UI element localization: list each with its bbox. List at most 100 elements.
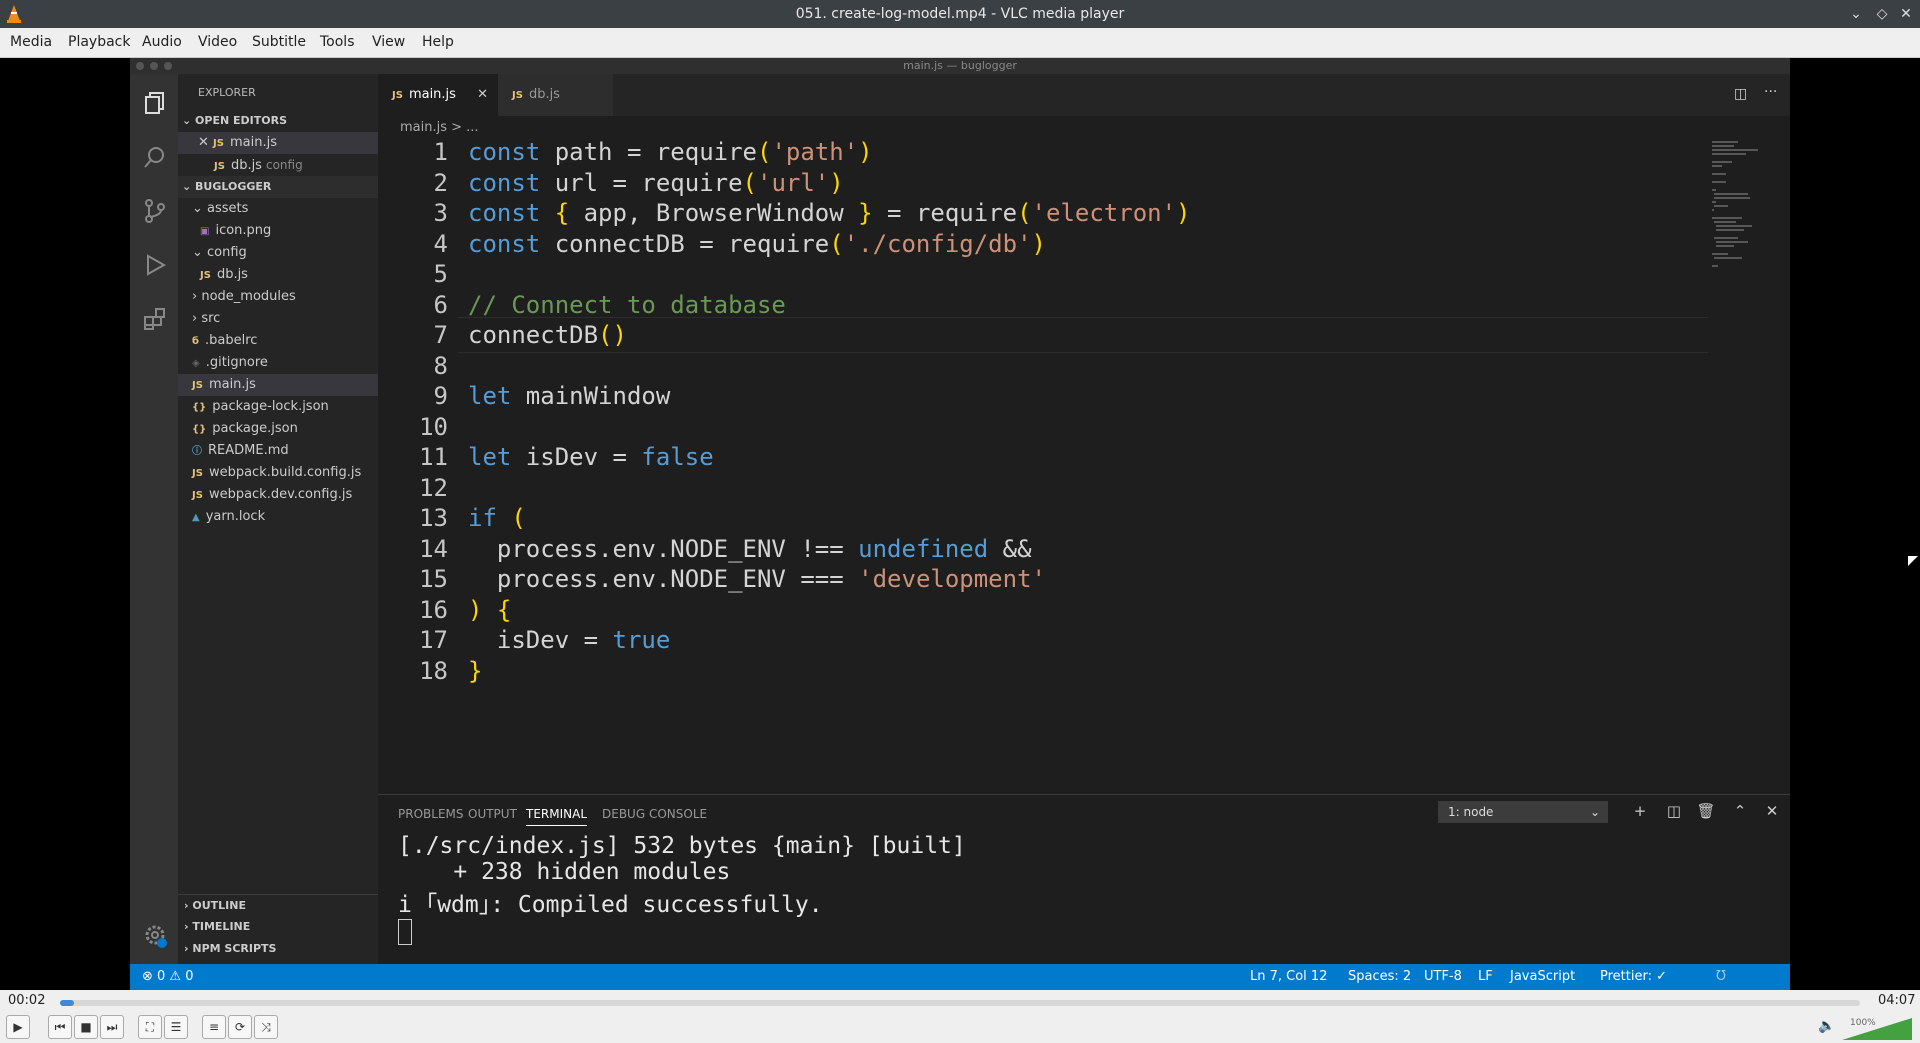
tree-file[interactable]: JS db.js [178, 264, 378, 286]
minimize-icon[interactable]: ⌄ [1846, 4, 1866, 24]
menu-playback[interactable]: Playback [68, 34, 130, 50]
tab-db-js[interactable]: JS db.js [498, 74, 613, 116]
problems-status[interactable]: ⊗ 0 ⚠ 0 [142, 964, 194, 990]
extensions-icon[interactable] [142, 306, 168, 332]
language-status[interactable]: JavaScript [1510, 964, 1575, 990]
tab-terminal[interactable]: TERMINAL [526, 807, 588, 826]
close-panel-icon[interactable]: ✕ [1762, 801, 1782, 821]
file-name: db.js [216, 267, 248, 282]
open-editors-section[interactable]: ⌄ OPEN EDITORS [178, 110, 378, 132]
maximize-icon[interactable]: ◇ [1872, 4, 1892, 24]
prettier-status[interactable]: Prettier: ✓ [1600, 964, 1667, 990]
code-line[interactable]: } [468, 657, 482, 685]
extended-settings-button[interactable]: ☰ [164, 1015, 188, 1039]
code-line[interactable]: isDev = true [468, 626, 670, 654]
file-name: icon.png [215, 223, 272, 238]
file-name: db.js [230, 158, 262, 173]
close-icon[interactable]: ✕ [198, 135, 213, 150]
settings-gear-icon[interactable] [142, 922, 168, 948]
source-control-icon[interactable] [142, 198, 168, 224]
tree-file[interactable]: JS webpack.build.config.js [178, 462, 378, 484]
trash-icon[interactable]: 🗑 [1696, 801, 1716, 821]
tree-folder[interactable]: › node_modules [178, 286, 378, 308]
code-line[interactable]: process.env.NODE_ENV === 'development' [468, 565, 1046, 593]
fullscreen-button[interactable]: ⛶ [138, 1015, 162, 1039]
indentation-status[interactable]: Spaces: 2 [1348, 964, 1411, 990]
split-editor-icon[interactable]: ◫ [1734, 86, 1747, 102]
tree-folder[interactable]: ⌄ config [178, 242, 378, 264]
js-file-icon: JS [392, 90, 403, 101]
video-area[interactable]: main.js — buglogger EXPLORER ⌄ OPEN EDIT… [0, 58, 1920, 990]
timeline-section[interactable]: › TIMELINE [178, 916, 378, 938]
shuffle-button[interactable]: ⤨ [254, 1015, 278, 1039]
eol-status[interactable]: LF [1478, 964, 1493, 990]
previous-button[interactable]: ⏮ [48, 1015, 72, 1039]
explorer-icon[interactable] [142, 90, 168, 116]
minimap[interactable] [1708, 138, 1778, 278]
code-line[interactable]: process.env.NODE_ENV !== undefined && [468, 535, 1032, 563]
run-debug-icon[interactable] [142, 252, 168, 278]
menu-tools[interactable]: Tools [320, 34, 355, 50]
menu-help[interactable]: Help [422, 34, 454, 50]
new-terminal-icon[interactable]: + [1630, 801, 1650, 821]
menu-view[interactable]: View [372, 34, 405, 50]
menu-subtitle[interactable]: Subtitle [252, 34, 306, 50]
code-line[interactable]: let mainWindow [468, 382, 670, 410]
tree-file[interactable]: ▲ yarn.lock [178, 506, 378, 528]
maximize-panel-icon[interactable]: ⌃ [1730, 801, 1750, 821]
file-name: webpack.build.config.js [208, 465, 362, 480]
search-icon[interactable] [142, 144, 168, 170]
open-editor-item[interactable]: JS db.js config [178, 154, 378, 176]
menu-media[interactable]: Media [10, 34, 52, 50]
tab-output[interactable]: OUTPUT [468, 807, 517, 821]
code-line[interactable]: ) { [468, 596, 511, 624]
stop-button[interactable]: ■ [74, 1015, 98, 1039]
code-line[interactable]: const path = require('path') [468, 138, 873, 166]
play-button[interactable]: ▶ [6, 1015, 30, 1039]
code-line[interactable]: connectDB() [468, 321, 627, 349]
tree-file[interactable]: ◈ .gitignore [178, 352, 378, 374]
next-button[interactable]: ⏭ [100, 1015, 124, 1039]
tree-file[interactable]: JS webpack.dev.config.js [178, 484, 378, 506]
code-line[interactable]: const connectDB = require('./config/db') [468, 230, 1046, 258]
tree-file[interactable]: {} package.json [178, 418, 378, 440]
breadcrumb[interactable]: main.js > ... [400, 120, 479, 135]
seek-bar[interactable] [60, 1000, 1860, 1006]
tree-file[interactable]: JS main.js [178, 374, 378, 396]
tree-file[interactable]: {} package-lock.json [178, 396, 378, 418]
open-editor-item[interactable]: ✕ JS main.js [178, 132, 378, 154]
more-actions-icon[interactable]: ··· [1764, 84, 1777, 100]
mute-icon[interactable]: 🔈 [1818, 1018, 1835, 1034]
line-number: 5 [433, 260, 448, 288]
split-terminal-icon[interactable]: ◫ [1664, 801, 1684, 821]
code-line[interactable]: const { app, BrowserWindow } = require('… [468, 199, 1191, 227]
menu-audio[interactable]: Audio [142, 34, 182, 50]
code-line[interactable]: const url = require('url') [468, 169, 844, 197]
tree-folder[interactable]: ⌄ assets [178, 198, 378, 220]
tree-file[interactable]: ⓘ README.md [178, 440, 378, 462]
terminal-selector[interactable]: 1: node ⌄ [1438, 801, 1608, 823]
close-tab-icon[interactable]: ✕ [477, 74, 488, 116]
menu-video[interactable]: Video [198, 34, 237, 50]
tree-folder[interactable]: › src [178, 308, 378, 330]
npm-scripts-section[interactable]: › NPM SCRIPTS [178, 938, 378, 960]
code-line[interactable]: let isDev = false [468, 443, 714, 471]
seek-progress [60, 1000, 75, 1006]
project-section[interactable]: ⌄ BUGLOGGER [178, 176, 378, 198]
playlist-button[interactable]: ≡ [202, 1015, 226, 1039]
encoding-status[interactable]: UTF-8 [1424, 964, 1462, 990]
outline-section[interactable]: › OUTLINE [178, 894, 378, 916]
mouse-cursor-icon [1908, 556, 1918, 566]
tab-main-js[interactable]: JS main.js ✕ [378, 74, 498, 116]
tab-debug-console[interactable]: DEBUG CONSOLE [602, 807, 707, 821]
code-editor[interactable]: JS main.js ✕ JS db.js ◫ ··· main.js > ... 1… [378, 74, 1790, 794]
tree-file[interactable]: б .babelrc [178, 330, 378, 352]
tab-problems[interactable]: PROBLEMS [398, 807, 464, 821]
loop-button[interactable]: ⟳ [228, 1015, 252, 1039]
cursor-position-status[interactable]: Ln 7, Col 12 [1250, 964, 1327, 990]
code-line[interactable]: // Connect to database [468, 291, 786, 319]
close-icon[interactable]: ✕ [1896, 4, 1916, 24]
status-bar: ⊗ 0 ⚠ 0 Ln 7, Col 12 Spaces: 2 UTF-8 LF … [130, 964, 1790, 990]
tree-file[interactable]: ▣ icon.png [178, 220, 378, 242]
code-line[interactable]: if ( [468, 504, 526, 532]
